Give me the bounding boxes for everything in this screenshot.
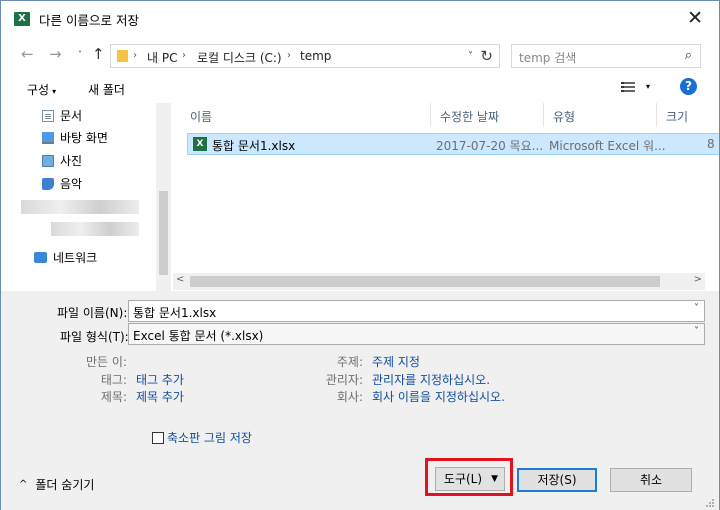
- subject-label: 주제:: [336, 355, 363, 369]
- breadcrumb-separator[interactable]: ›: [133, 50, 137, 61]
- save-options-panel: 파일 이름(N): 통합 문서1.xlsx ˅ 파일 형식(T): Excel …: [1, 291, 719, 510]
- breadcrumb-separator[interactable]: ›: [287, 50, 291, 61]
- music-icon: [42, 177, 54, 190]
- search-box[interactable]: temp 검색 ⌕: [511, 44, 701, 68]
- view-dropdown-icon[interactable]: ▾: [646, 82, 650, 91]
- view-options-icon[interactable]: [621, 82, 635, 94]
- help-icon[interactable]: ?: [680, 78, 697, 95]
- column-header-name[interactable]: 이름: [181, 103, 431, 127]
- authors-label: 만든 이:: [86, 355, 127, 369]
- blurred-nav-item[interactable]: [21, 200, 139, 214]
- company-label: 회사:: [336, 390, 363, 404]
- cancel-button[interactable]: 취소: [610, 468, 692, 492]
- filename-input[interactable]: 통합 문서1.xlsx ˅: [128, 300, 705, 322]
- scroll-left-icon[interactable]: <: [176, 274, 184, 285]
- company-value[interactable]: 회사 이름을 지정하십시오.: [372, 388, 505, 405]
- nav-item-network[interactable]: 네트워크: [34, 249, 97, 266]
- breadcrumb-temp[interactable]: temp: [300, 49, 331, 63]
- nav-item-documents[interactable]: 문서: [42, 107, 82, 124]
- excel-app-icon: X: [14, 12, 30, 26]
- command-toolbar: 구성 ▾ 새 폴더 ▾ ?: [1, 75, 719, 103]
- chevron-down-icon[interactable]: ˅: [694, 326, 699, 337]
- file-list: ˄ 이름 수정한 날짜 유형 크기 X 통합 문서1.xlsx 2017-07-…: [181, 103, 719, 273]
- column-header-modified[interactable]: 수정한 날짜: [431, 103, 544, 127]
- blurred-nav-item[interactable]: [51, 222, 139, 236]
- nav-item-music[interactable]: 음악: [42, 175, 82, 192]
- chevron-up-icon: ^: [19, 479, 28, 490]
- tools-button[interactable]: 도구(L) ▼: [435, 467, 505, 491]
- breadcrumb-this-pc[interactable]: 내 PC: [147, 49, 177, 66]
- scrollbar-thumb[interactable]: [190, 276, 660, 287]
- refresh-icon[interactable]: ↻: [480, 47, 493, 65]
- file-list-horizontal-scrollbar[interactable]: < >: [173, 273, 705, 290]
- organize-button[interactable]: 구성 ▾: [27, 81, 56, 98]
- save-thumbnail-label[interactable]: 축소판 그림 저장: [167, 429, 252, 446]
- search-icon[interactable]: ⌕: [685, 48, 692, 63]
- tags-label: 태그:: [100, 373, 127, 387]
- document-icon: [42, 109, 54, 122]
- save-thumbnail-checkbox[interactable]: [152, 432, 164, 444]
- file-size: 8: [707, 137, 715, 151]
- new-folder-button[interactable]: 새 폴더: [88, 81, 125, 98]
- close-icon[interactable]: ✕: [687, 7, 703, 29]
- address-row: ← → ˅ ↑ › 내 PC › 로컬 디스크 (C:) › temp ˅ ↻ …: [1, 41, 719, 71]
- network-icon: [34, 252, 47, 263]
- scrollbar-thumb[interactable]: [159, 191, 168, 275]
- address-bar[interactable]: › 내 PC › 로컬 디스크 (C:) › temp ˅ ↻: [110, 44, 500, 68]
- breadcrumb-local-disk[interactable]: 로컬 디스크 (C:): [197, 49, 282, 66]
- organize-arrow-icon: ▾: [52, 87, 57, 96]
- nav-item-label: 네트워크: [53, 251, 98, 265]
- nav-item-label: 사진: [60, 154, 83, 168]
- scroll-right-icon[interactable]: >: [694, 274, 702, 285]
- chevron-down-icon[interactable]: ˅: [694, 303, 699, 314]
- subject-value[interactable]: 주제 지정: [372, 353, 420, 370]
- hide-folders-label: 폴더 숨기기: [35, 478, 95, 492]
- search-placeholder[interactable]: temp 검색: [519, 49, 576, 66]
- title-bar: X 다른 이름으로 저장 ✕: [1, 1, 719, 35]
- save-as-dialog: X 다른 이름으로 저장 ✕ ← → ˅ ↑ › 내 PC › 로컬 디스크 (…: [0, 0, 720, 510]
- title-meta-label: 제목:: [100, 390, 127, 404]
- manager-value[interactable]: 관리자를 지정하십시오.: [372, 371, 490, 388]
- dropdown-arrow-icon: ▼: [491, 474, 498, 484]
- column-header-size[interactable]: 크기: [657, 103, 719, 127]
- organize-label: 구성: [27, 83, 50, 97]
- file-row[interactable]: X 통합 문서1.xlsx 2017-07-20 목요... Microsoft…: [187, 133, 719, 155]
- pictures-icon: [42, 154, 54, 167]
- hide-folders-button[interactable]: ^ 폴더 숨기기: [19, 476, 94, 493]
- title-meta-value[interactable]: 제목 추가: [136, 388, 184, 405]
- nav-pane-scrollbar[interactable]: [156, 103, 171, 291]
- filetype-value: Excel 통합 문서 (*.xlsx): [133, 329, 264, 343]
- nav-item-label: 바탕 화면: [60, 131, 108, 145]
- file-name: 통합 문서1.xlsx: [212, 139, 296, 153]
- back-arrow-icon[interactable]: ←: [21, 45, 34, 63]
- filetype-select[interactable]: Excel 통합 문서 (*.xlsx) ˅: [128, 323, 705, 345]
- forward-arrow-icon[interactable]: →: [49, 45, 62, 63]
- nav-item-pictures[interactable]: 사진: [42, 152, 82, 169]
- folder-icon: [117, 50, 128, 62]
- breadcrumb-separator[interactable]: ›: [182, 50, 186, 61]
- nav-item-desktop[interactable]: 바탕 화면: [42, 129, 108, 146]
- tags-value[interactable]: 태그 추가: [136, 371, 184, 388]
- address-dropdown-icon[interactable]: ˅: [468, 51, 473, 62]
- manager-label: 관리자:: [325, 373, 363, 387]
- save-button[interactable]: 저장(S): [517, 468, 597, 492]
- column-header-type[interactable]: 유형: [544, 103, 657, 127]
- up-arrow-icon[interactable]: ↑: [92, 45, 105, 63]
- recent-locations-chevron-icon[interactable]: ˅: [78, 50, 82, 59]
- file-type: Microsoft Excel 워...: [549, 139, 666, 153]
- tools-label: 도구(L): [443, 472, 483, 486]
- file-modified: 2017-07-20 목요...: [436, 139, 544, 153]
- nav-item-label: 문서: [60, 109, 83, 123]
- nav-item-label: 음악: [60, 177, 83, 191]
- filename-value: 통합 문서1.xlsx: [133, 306, 217, 320]
- filetype-label: 파일 형식(T):: [60, 330, 129, 344]
- desktop-icon: [42, 131, 54, 144]
- dialog-title: 다른 이름으로 저장: [39, 13, 139, 28]
- filename-label: 파일 이름(N):: [57, 306, 128, 320]
- resize-grip-icon[interactable]: [705, 498, 715, 508]
- navigation-pane: 문서 바탕 화면 사진 음악 네트워크: [1, 103, 171, 291]
- excel-file-icon: X: [193, 137, 207, 151]
